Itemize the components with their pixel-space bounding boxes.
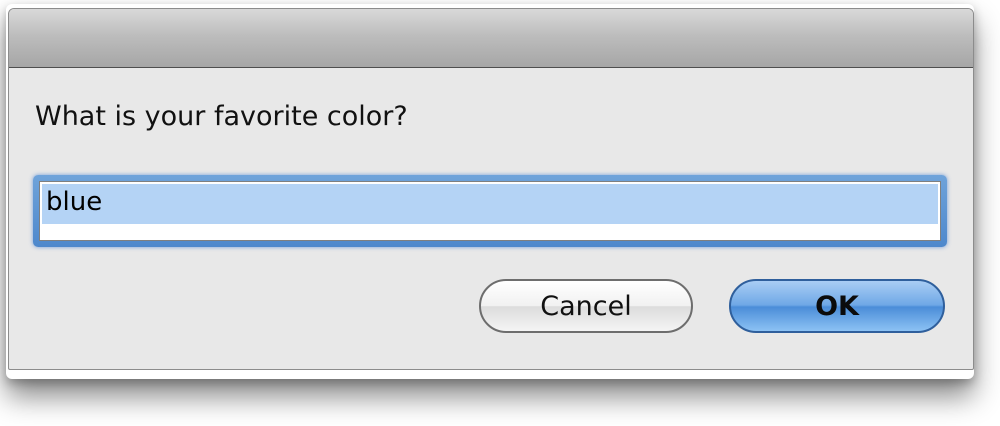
cancel-button[interactable]: Cancel [479, 279, 693, 333]
prompt-dialog: What is your favorite color? blue Cancel… [8, 8, 974, 370]
prompt-label: What is your favorite color? [35, 101, 408, 132]
text-input-field[interactable]: blue [39, 181, 941, 241]
text-selection-highlight [42, 184, 938, 224]
input-focus-ring: blue [33, 175, 947, 247]
screen: What is your favorite color? blue Cancel… [0, 0, 1000, 426]
ok-button[interactable]: OK [729, 279, 945, 333]
input-value[interactable]: blue [46, 187, 102, 217]
dialog-titlebar[interactable] [9, 9, 973, 68]
